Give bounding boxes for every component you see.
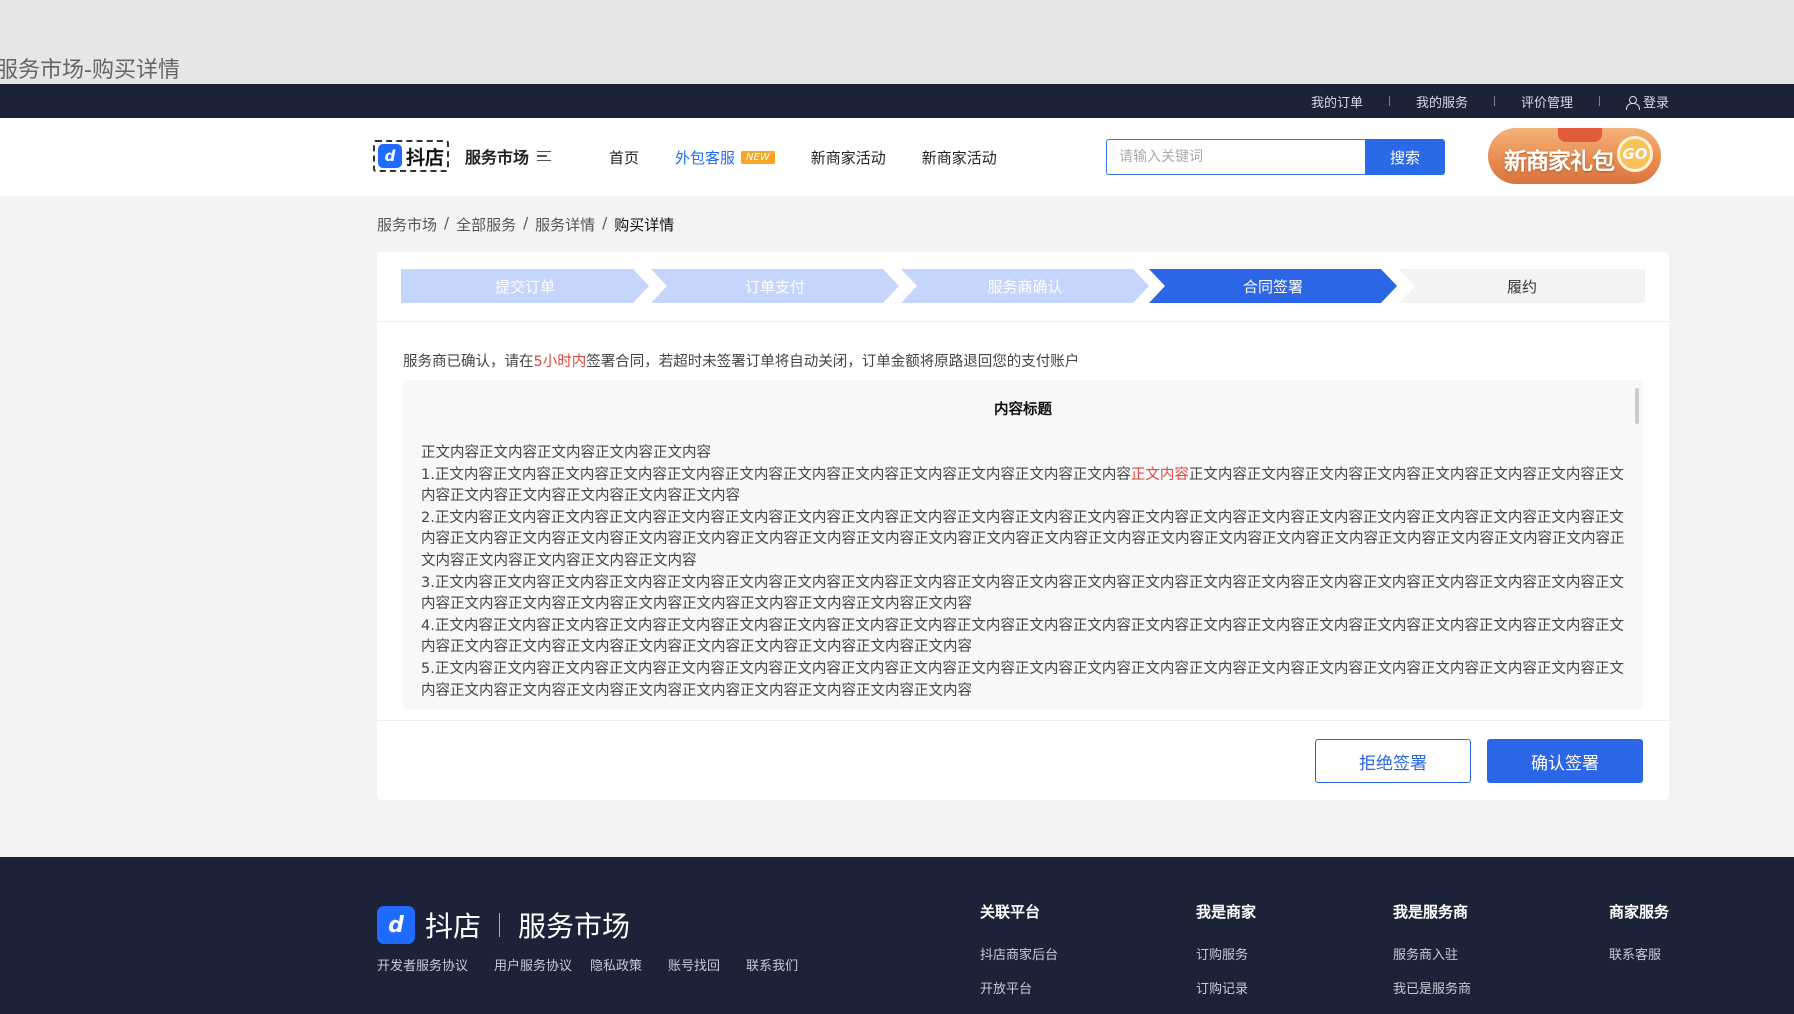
footer-col-merchant-service: 商家服务 联系客服 [1609, 901, 1669, 978]
gift-text: 新商家礼包 [1504, 149, 1615, 175]
progress-steps: 提交订单 订单支付 服务商确认 合同签署 履约 [377, 252, 1669, 322]
breadcrumb-item[interactable]: 服务详情 [535, 214, 595, 235]
main-nav: 首页 外包客服 NEW 新商家活动 新商家活动 [609, 118, 1033, 196]
contract-paragraph: 正文内容正文内容正文内容正文内容正文内容 [421, 445, 711, 461]
login-label: 登录 [1642, 95, 1669, 111]
privacy-policy-link[interactable]: 隐私政策 [590, 955, 642, 974]
contract-paragraph: 5.正文内容正文内容正文内容正文内容正文内容正文内容正文内容正文内容正文内容正文… [421, 660, 1624, 699]
logo[interactable]: d 抖店 服务市场 [373, 140, 552, 172]
breadcrumb: 服务市场 / 全部服务 / 服务详情 / 购买详情 [377, 214, 674, 235]
notice-text: 服务商已确认，请在 [403, 354, 534, 370]
user-icon [1625, 95, 1640, 110]
contract-paragraph: 1.正文内容正文内容正文内容正文内容正文内容正文内容正文内容正文内容正文内容正文… [421, 465, 1625, 508]
page-label: 服务市场-购买详情 [0, 58, 180, 83]
contract-paragraph: 2.正文内容正文内容正文内容正文内容正文内容正文内容正文内容正文内容正文内容正文… [421, 509, 1625, 569]
footer-col-title: 我是商家 [1196, 903, 1257, 921]
footer: d 抖店 服务市场 开发者服务协议 用户服务协议 隐私政策 账号找回 联系我们 … [0, 857, 1794, 1014]
footer-col-title: 我是服务商 [1393, 903, 1469, 921]
header: d 抖店 服务市场 首页 外包客服 NEW 新商家活动 新商家活动 搜索 新商家… [0, 118, 1794, 196]
login-link[interactable]: 登录 [1625, 92, 1669, 111]
go-badge: GO [1617, 136, 1653, 172]
developer-agreement-link[interactable]: 开发者服务协议 [377, 955, 468, 974]
footer-col-platforms: 关联平台 抖店商家后台 开放平台 [980, 901, 1058, 1012]
contract-paragraph: 4.正文内容正文内容正文内容正文内容正文内容正文内容正文内容正文内容正文内容正文… [421, 617, 1624, 656]
menu-icon[interactable] [537, 151, 552, 161]
divider [1388, 96, 1390, 106]
contract-content[interactable]: 内容标题 正文内容正文内容正文内容正文内容正文内容 1.正文内容正文内容正文内容… [403, 380, 1643, 710]
confirm-sign-button[interactable]: 确认签署 [1487, 739, 1643, 783]
action-bar: 拒绝签署 确认签署 [377, 720, 1669, 800]
nav-new-merchant-1[interactable]: 新商家活动 [811, 147, 886, 168]
account-recovery-link[interactable]: 账号找回 [668, 955, 720, 974]
new-merchant-gift-banner[interactable]: 新商家礼包 GO [1488, 128, 1661, 184]
logo-text: 抖店 [406, 146, 445, 169]
footer-link[interactable]: 我已是服务商 [1393, 978, 1471, 997]
footer-link[interactable]: 服务商入驻 [1393, 944, 1471, 963]
doudian-logo-icon: d [377, 906, 415, 944]
step-order-payment: 订单支付 [651, 269, 899, 303]
reviews-link[interactable]: 评价管理 [1521, 92, 1573, 111]
search-bar: 搜索 [1106, 139, 1445, 175]
footer-link[interactable]: 联系客服 [1609, 944, 1669, 963]
footer-link[interactable]: 开放平台 [980, 978, 1058, 997]
doudian-logo-icon: d [378, 144, 402, 168]
contract-highlight: 正文内容 [1130, 466, 1189, 483]
step-fulfillment: 履约 [1399, 269, 1645, 303]
footer-col-title: 商家服务 [1609, 903, 1670, 921]
contract-body: 正文内容正文内容正文内容正文内容正文内容 1.正文内容正文内容正文内容正文内容正… [421, 443, 1625, 702]
step-contract-sign: 合同签署 [1149, 269, 1397, 303]
divider [1493, 96, 1495, 106]
scrollbar[interactable] [1635, 388, 1639, 424]
breadcrumb-current: 购买详情 [614, 216, 675, 234]
nav-home[interactable]: 首页 [609, 147, 639, 168]
contract-title: 内容标题 [994, 402, 1052, 418]
footer-link[interactable]: 订购服务 [1196, 944, 1256, 963]
reject-sign-button[interactable]: 拒绝签署 [1315, 739, 1471, 783]
footer-col-title: 关联平台 [980, 903, 1041, 921]
breadcrumb-sep: / [602, 214, 608, 232]
footer-logo-name: 抖店 [425, 910, 482, 943]
step-provider-confirm: 服务商确认 [901, 269, 1149, 303]
contract-paragraph: 3.正文内容正文内容正文内容正文内容正文内容正文内容正文内容正文内容正文内容正文… [421, 574, 1624, 613]
top-bar: 我的订单 我的服务 评价管理 登录 [0, 84, 1794, 118]
footer-link[interactable]: 抖店商家后台 [980, 944, 1058, 963]
gift-bow-icon [1558, 128, 1602, 142]
footer-col-provider: 我是服务商 服务商入驻 我已是服务商 [1393, 901, 1471, 1012]
my-services-link[interactable]: 我的服务 [1416, 92, 1468, 111]
divider [499, 913, 501, 937]
my-orders-link[interactable]: 我的订单 [1311, 92, 1363, 111]
page-label-bar: 服务市场-购买详情 [0, 0, 1794, 84]
footer-links: 开发者服务协议 用户服务协议 隐私政策 账号找回 联系我们 [377, 955, 824, 974]
nav-outsourced-cs[interactable]: 外包客服 NEW [675, 147, 775, 168]
user-agreement-link[interactable]: 用户服务协议 [494, 955, 572, 974]
footer-logo: d 抖店 服务市场 [377, 905, 630, 945]
logo-subtitle: 服务市场 [465, 148, 530, 167]
breadcrumb-sep: / [523, 214, 529, 232]
notice-deadline: 5小时内 [533, 354, 587, 370]
contract-text: 1.正文内容正文内容正文内容正文内容正文内容正文内容正文内容正文内容正文内容正文… [421, 466, 1131, 483]
breadcrumb-sep: / [444, 214, 450, 232]
nav-new-merchant-2[interactable]: 新商家活动 [922, 147, 997, 168]
search-input[interactable] [1106, 139, 1365, 175]
footer-link[interactable]: 订购记录 [1196, 978, 1256, 997]
confirm-notice: 服务商已确认，请在5小时内签署合同，若超时未签署订单将自动关闭，订单金额将原路退… [403, 350, 1079, 371]
divider [1598, 96, 1600, 106]
footer-logo-sub: 服务市场 [518, 910, 631, 943]
notice-text: 签署合同，若超时未签署订单将自动关闭，订单金额将原路退回您的支付账户 [586, 354, 1080, 370]
search-button[interactable]: 搜索 [1365, 139, 1445, 175]
footer-col-merchant: 我是商家 订购服务 订购记录 [1196, 901, 1256, 1012]
contact-us-link[interactable]: 联系我们 [746, 955, 798, 974]
nav-outsourced-cs-label: 外包客服 [675, 148, 736, 167]
breadcrumb-item[interactable]: 服务市场 [377, 214, 437, 235]
new-badge: NEW [741, 150, 775, 164]
logo-box: d 抖店 [373, 140, 449, 172]
step-submit-order: 提交订单 [401, 269, 649, 303]
breadcrumb-item[interactable]: 全部服务 [456, 214, 516, 235]
purchase-card: 提交订单 订单支付 服务商确认 合同签署 履约 服务商已确认，请在5小时内签署合… [377, 252, 1669, 800]
